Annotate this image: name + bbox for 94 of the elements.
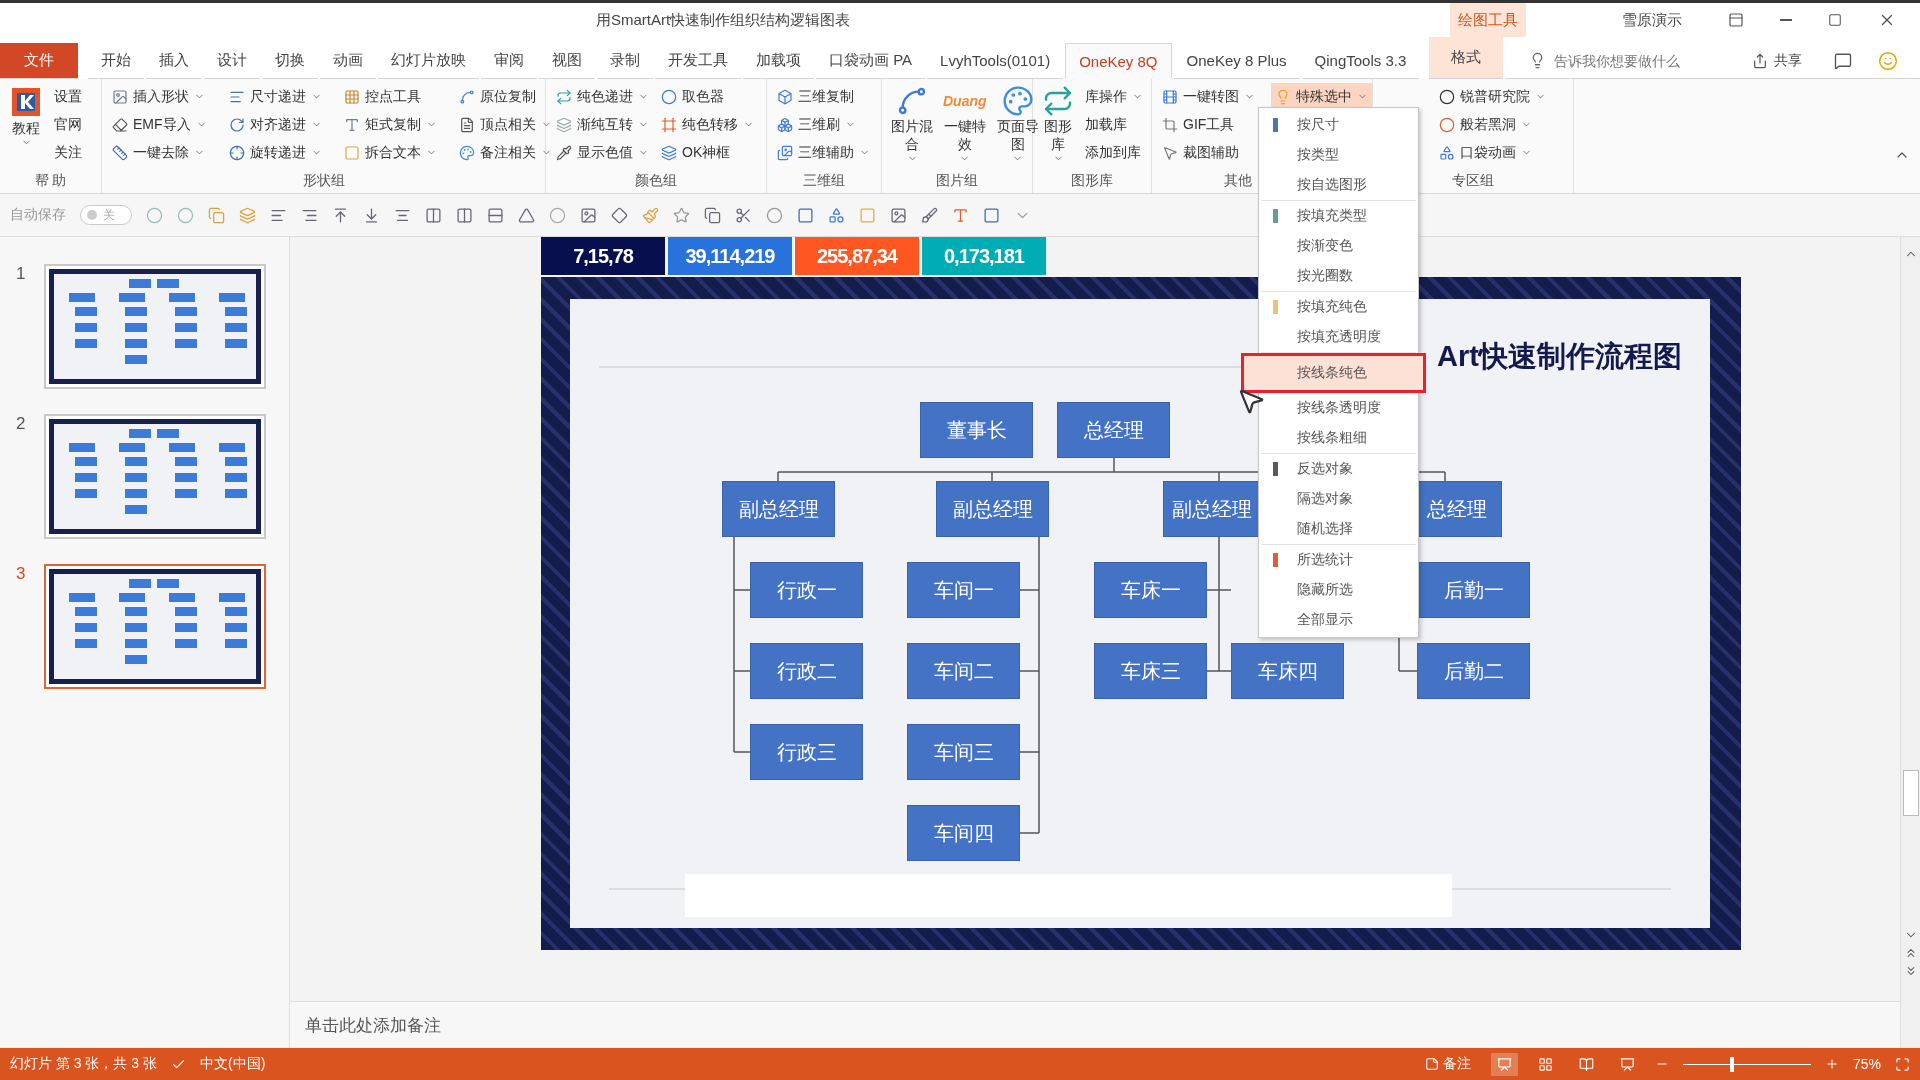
ribbon-button[interactable]: 裁图辅助 [1158,139,1259,166]
notes-placeholder: 单击此处添加备注 [305,1014,441,1037]
ribbon-button[interactable]: 纯色转移 [657,111,758,138]
ribbon-tab[interactable]: OneKey 8Q [1065,43,1172,79]
ribbon-button[interactable]: GIF工具 [1158,111,1259,138]
color-value-label: 39,114,219 [668,237,792,275]
org-chart-node: 总经理 [1057,402,1170,458]
ribbon-button[interactable]: 图片混合 [888,83,936,166]
org-chart-node: 行政一 [750,562,863,618]
autosave-label: 自动保存 [10,206,66,224]
menu-item[interactable]: 按光圈数 [1261,261,1416,291]
ribbon-button[interactable]: 矩式复制 [339,111,441,138]
ribbon-button[interactable]: 控点工具 [339,83,441,110]
org-chart-node: 后勤一 [1417,562,1530,618]
duang-logo: Duang [943,92,987,111]
notes-button[interactable]: 备注 [1418,1051,1477,1077]
ribbon-button[interactable]: Duang 一键特效 [940,83,990,166]
menu-item[interactable]: 隐藏所选 [1261,575,1416,605]
ribbon-button[interactable]: 三维辅助 [773,139,874,166]
menu-item[interactable]: 按填充类型 [1261,201,1416,231]
slide-number: 2 [16,414,27,434]
org-chart-node: 车间一 [907,562,1020,618]
group-label: 专区组 [1452,171,1494,190]
menu-item[interactable]: 按尺寸 [1261,110,1416,140]
org-chart-node: 车床四 [1231,643,1344,699]
ribbon-button[interactable]: 般若黑洞 [1435,111,1550,138]
menu-item[interactable]: 按自选图形 [1261,170,1416,200]
notes-pane[interactable]: 单击此处添加备注 [290,1001,1900,1048]
ribbon-button[interactable]: 拆合文本 [339,139,441,166]
org-chart-node: 车间二 [907,643,1020,699]
menu-item[interactable]: 按线条纯色 [1241,353,1426,393]
ribbon-button[interactable]: 口袋动画 [1435,139,1550,166]
menu-item[interactable]: 按类型 [1261,140,1416,170]
ribbon-button[interactable]: 库操作 [1081,83,1147,110]
ribbon-button[interactable]: 旋转递进 [224,139,326,166]
ribbon-button[interactable]: 三维刷 [773,111,874,138]
color-value-label: 7,15,78 [541,237,665,275]
color-value-label: 0,173,181 [922,237,1046,275]
ribbon-tab[interactable]: 文件 [0,43,78,79]
menu-item[interactable]: 全部显示 [1261,605,1416,635]
menu-item[interactable]: 所选统计 [1261,545,1416,575]
menu-item[interactable]: 按线条粗细 [1261,423,1416,453]
menu-item[interactable]: 按填充纯色 [1261,292,1416,322]
color-value-label: 255,87,34 [795,237,919,275]
org-chart-node: 车床一 [1094,562,1207,618]
ribbon-button[interactable]: 设置 [50,83,86,110]
ribbon-button[interactable]: 一键去除 [108,139,211,166]
group-label: 图形库 [1071,171,1113,190]
slide-info: 幻灯片 第 3 张，共 3 张 [10,1055,158,1073]
slide-title: Art快速制作流程图 [1437,339,1682,374]
org-chart-node: 行政二 [750,643,863,699]
org-chart-node: 后勤二 [1417,643,1530,699]
tell-me-field[interactable]: 告诉我你想要做什么 [1552,51,1717,70]
group-label: 三维组 [803,171,845,190]
ribbon-button[interactable]: 教程 [6,83,46,150]
ribbon-button[interactable]: 插入形状 [108,83,211,110]
ribbon-button[interactable]: 图形库 [1039,83,1077,166]
ribbon-button[interactable]: 一键转图 [1158,83,1259,110]
org-chart-node: 车间四 [907,805,1020,861]
ribbon-button[interactable]: 尺寸递进 [224,83,326,110]
ribbon-button[interactable]: 锐普研究院 [1435,83,1550,110]
ribbon-button[interactable]: 官网 [50,111,86,138]
language-label: 中文(中国) [200,1055,266,1073]
menu-item[interactable]: 按渐变色 [1261,231,1416,261]
org-chart-node: 副总经理 [936,481,1049,537]
share-button[interactable]: 共享 [1746,50,1809,71]
org-chart-node: 董事长 [920,402,1033,458]
org-chart-node: 车床三 [1094,643,1207,699]
ribbon-tab[interactable]: 格式 [1429,37,1504,79]
org-chart-node: 行政三 [750,724,863,780]
ribbon-button[interactable]: 三维复制 [773,83,874,110]
ribbon-button[interactable]: 加载库 [1081,111,1147,138]
ribbon-button[interactable]: 对齐递进 [224,111,326,138]
group-label: 其他 [1224,171,1252,190]
menu-item[interactable]: 反选对象 [1261,454,1416,484]
ribbon-button[interactable]: OK神框 [657,139,758,166]
org-chart-node: 副总经理 [722,481,835,537]
window-title: 用SmartArt快速制作组织结构逻辑图表 [595,10,852,30]
ribbon-button[interactable]: 取色器 [657,83,758,110]
group-label: 图片组 [936,171,978,190]
ribbon-button[interactable]: 页面导图 [993,83,1042,166]
ribbon-button[interactable]: EMF导入 [108,111,211,138]
ribbon-button[interactable]: 添加到库 [1081,139,1147,166]
org-chart-node: 车间三 [907,724,1020,780]
slide-number: 3 [16,564,27,584]
group-label: 颜色组 [635,171,677,190]
zoom-level: 75% [1852,1056,1881,1072]
menu-item[interactable]: 按填充透明度 [1261,322,1416,352]
context-tab-header: 绘图工具 [1450,3,1526,37]
ribbon-button[interactable]: 关注 [50,139,86,166]
slide-number: 1 [16,264,27,284]
group-label: 帮 助 [34,171,67,190]
group-label: 形状组 [302,171,345,190]
account-name: 雪原演示 [1622,10,1682,30]
